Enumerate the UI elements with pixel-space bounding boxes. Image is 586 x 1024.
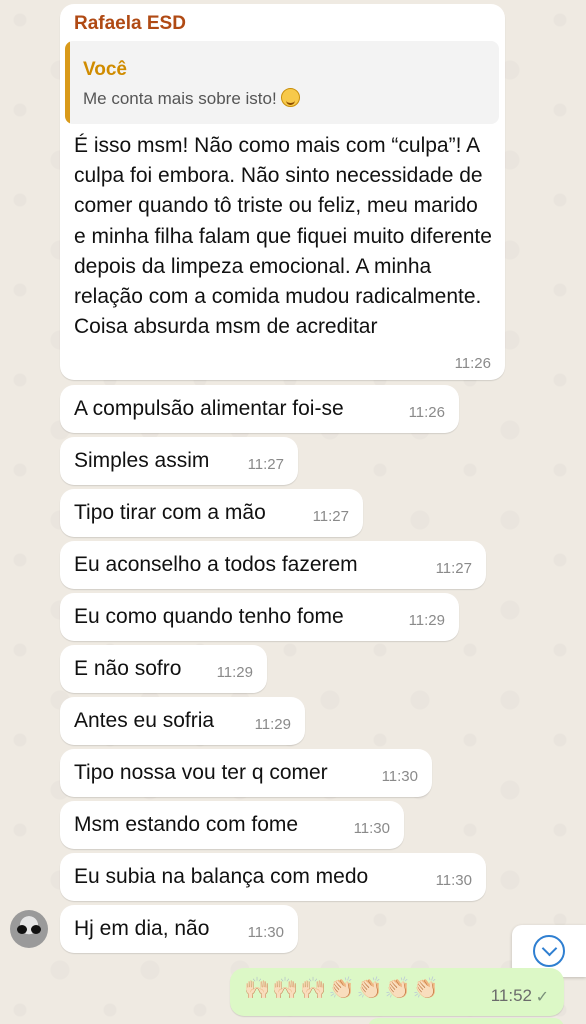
message-time: 11:27 (312, 508, 349, 525)
message-time: 11:30 (247, 924, 284, 941)
clapping-hands-emojis: 🙌🏻🙌🏻🙌🏻👏🏻👏🏻👏🏻👏🏻 (244, 976, 442, 1000)
chevron-down-circle-icon (533, 935, 565, 967)
message-text: Hj em dia, não (74, 917, 210, 940)
message-bubble[interactable]: Eu aconselho a todos fazerem 11:27 (60, 541, 486, 589)
star-struck-emoji-icon (280, 88, 300, 107)
message-time: 11:29 (254, 716, 291, 733)
message-bubble[interactable]: Antes eu sofria 11:29 (60, 697, 305, 745)
quote-text: Me conta mais sobre isto! (83, 89, 277, 108)
message-time: 11:30 (381, 768, 418, 785)
message-time: 11:29 (408, 612, 445, 629)
message-text: Eu como quando tenho fome (74, 605, 344, 628)
message-time: 11:26 (408, 404, 445, 421)
message-bubble[interactable]: Eu subia na balança com medo 11:30 (60, 853, 486, 901)
message-time: 11:27 (247, 456, 284, 473)
message-text: Tipo nossa vou ter q comer (74, 761, 328, 784)
message-bubble[interactable]: Simples assim 11:27 (60, 437, 298, 485)
quote-text-line: Me conta mais sobre isto! (83, 88, 300, 109)
message-bubble[interactable]: E não sofro 11:29 (60, 645, 267, 693)
message-text: E não sofro (74, 657, 182, 680)
quote-accent-bar (65, 41, 70, 124)
message-bubble-long[interactable]: Rafaela ESD Você Me conta mais sobre ist… (60, 4, 505, 380)
message-bubble[interactable]: Eu como quando tenho fome 11:29 (60, 593, 459, 641)
message-text: Eu aconselho a todos fazerem (74, 553, 358, 576)
message-bubble[interactable]: A compulsão alimentar foi-se 11:26 (60, 385, 459, 433)
message-text: É isso msm! Não como mais com “culpa”! A… (74, 134, 492, 339)
message-bubble[interactable]: Msm estando com fome 11:30 (60, 801, 404, 849)
message-time: 11:30 (353, 820, 390, 837)
message-bubble[interactable]: Tipo nossa vou ter q comer 11:30 (60, 749, 432, 797)
message-text: Antes eu sofria (74, 709, 215, 732)
outgoing-message-bubble[interactable]: 🙌🏻🙌🏻🙌🏻👏🏻👏🏻👏🏻👏🏻 11:52 ✓ (230, 968, 564, 1016)
message-text: Simples assim (74, 449, 210, 472)
message-time: 11:27 (435, 560, 472, 577)
message-text: Eu subia na balança com medo (74, 865, 369, 888)
sender-name[interactable]: Rafaela ESD (74, 13, 186, 35)
quote-author: Você (83, 59, 128, 80)
message-time: 11:26 (454, 355, 491, 372)
message-text: Msm estando com fome (74, 813, 299, 836)
sunglasses-icon (17, 925, 41, 934)
message-bubble[interactable]: Tipo tirar com a mão 11:27 (60, 489, 363, 537)
message-text: Tipo tirar com a mão (74, 501, 266, 524)
delivered-check-icon: ✓ (535, 989, 549, 1006)
message-time: 11:52 (490, 986, 532, 1005)
message-time: 11:30 (435, 872, 472, 889)
message-time: 11:29 (216, 664, 253, 681)
next-outgoing-bubble-edge (368, 1018, 564, 1024)
message-text: A compulsão alimentar foi-se (74, 397, 344, 420)
message-bubble[interactable]: Hj em dia, não 11:30 (60, 905, 298, 953)
quoted-message[interactable]: Você Me conta mais sobre isto! (65, 41, 499, 124)
sender-avatar[interactable] (10, 910, 48, 948)
